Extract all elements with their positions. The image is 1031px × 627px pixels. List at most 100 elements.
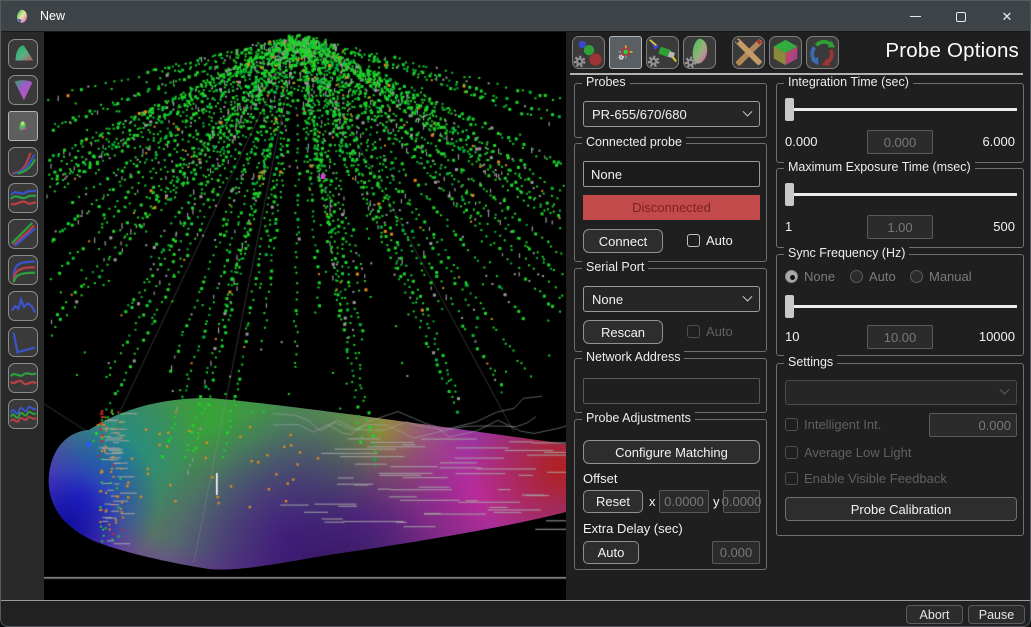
connect-auto-label: Auto <box>706 233 733 248</box>
configure-matching-button[interactable]: Configure Matching <box>583 440 760 464</box>
offset-x-input[interactable]: 0.0000 <box>659 490 709 513</box>
serial-port-dropdown[interactable]: None <box>583 286 760 312</box>
sync-manual-radio[interactable]: Manual <box>910 269 972 284</box>
integration-time-slider[interactable] <box>785 98 1017 122</box>
radio-icon <box>785 270 798 283</box>
integration-time-input[interactable]: 0.000 <box>867 130 933 154</box>
average-low-light-checkbox[interactable]: Average Low Light <box>785 445 911 460</box>
max-exposure-slider[interactable] <box>785 183 1017 207</box>
measurement-point-cloud[interactable] <box>44 32 566 600</box>
connected-probe-value: None <box>591 167 622 182</box>
sidebar-view-response-drop-line-icon[interactable] <box>8 327 38 357</box>
sync-auto-label: Auto <box>869 269 896 284</box>
chevron-down-icon <box>1000 385 1010 395</box>
intelligent-int-label: Intelligent Int. <box>804 417 881 432</box>
intelligent-int-input[interactable]: 0.000 <box>929 413 1017 437</box>
connected-probe-group-label: Connected probe <box>582 135 686 149</box>
enable-visible-feedback-label: Enable Visible Feedback <box>804 471 947 486</box>
average-low-light-label: Average Low Light <box>804 445 911 460</box>
probes-dropdown[interactable]: PR-655/670/680 <box>583 101 760 127</box>
checkbox-icon <box>687 234 700 247</box>
sync-auto-radio[interactable]: Auto <box>850 269 896 284</box>
sync-none-label: None <box>804 269 835 284</box>
slider-track <box>787 305 1017 308</box>
exposure-max-label: 500 <box>993 219 1015 234</box>
serial-auto-label: Auto <box>706 324 733 339</box>
sidebar-view-gamut-cone-icon[interactable] <box>8 75 38 105</box>
probe-calibration-button[interactable]: Probe Calibration <box>785 497 1017 521</box>
refresh-rotate-icon[interactable] <box>806 36 839 69</box>
offset-y-label: y <box>713 494 720 509</box>
max-exposure-group: Maximum Exposure Time (msec) 1 1.00 500 <box>776 168 1024 248</box>
probe-connection-icon[interactable] <box>646 36 679 69</box>
extra-delay-input[interactable]: 0.000 <box>712 541 760 564</box>
integration-max-label: 6.000 <box>982 134 1015 149</box>
sidebar-view-saturation-curves-icon[interactable] <box>8 255 38 285</box>
close-icon: ✕ <box>1002 10 1013 23</box>
checkbox-icon <box>687 325 700 338</box>
sync-frequency-slider[interactable] <box>785 295 1017 319</box>
serial-port-group-label: Serial Port <box>582 260 648 274</box>
sidebar-view-dual-waveform-icon[interactable] <box>8 363 38 393</box>
extra-delay-auto-button[interactable]: Auto <box>583 541 639 564</box>
probe-options-icon[interactable] <box>609 36 642 69</box>
radio-icon <box>910 270 923 283</box>
integration-min-label: 0.000 <box>785 134 818 149</box>
bottom-bar: Abort Pause <box>1 600 1030 627</box>
sidebar-view-luminance-waveform-icon[interactable] <box>8 291 38 321</box>
view-mode-sidebar <box>1 32 44 600</box>
pause-button[interactable]: Pause <box>968 605 1025 624</box>
sidebar-view-gamut-3d-volume-icon[interactable] <box>8 111 38 141</box>
checkbox-icon <box>785 472 798 485</box>
sidebar-view-tone-curves-icon[interactable] <box>8 183 38 213</box>
intelligent-int-checkbox[interactable]: Intelligent Int. <box>785 417 881 432</box>
sync-min-label: 10 <box>785 329 799 344</box>
offset-y-input[interactable]: 0.0000 <box>723 490 760 513</box>
connection-status-badge: Disconnected <box>583 195 760 220</box>
integration-time-group-label: Integration Time (sec) <box>784 75 913 89</box>
panel-title: Probe Options <box>885 39 1019 63</box>
slider-handle[interactable] <box>785 183 794 206</box>
sync-none-radio[interactable]: None <box>785 269 835 284</box>
probes-group-label: Probes <box>582 75 630 89</box>
abort-button[interactable]: Abort <box>906 605 963 624</box>
sidebar-view-cie-diagram-icon[interactable] <box>8 39 38 69</box>
connect-auto-checkbox[interactable]: Auto <box>687 233 733 248</box>
probes-dropdown-value: PR-655/670/680 <box>592 107 687 122</box>
close-button[interactable]: ✕ <box>984 1 1030 32</box>
window-title: New <box>40 9 65 23</box>
connect-button[interactable]: Connect <box>583 229 663 253</box>
sync-frequency-input[interactable]: 10.00 <box>867 325 933 349</box>
sidebar-view-gamma-curves-icon[interactable] <box>8 147 38 177</box>
sidebar-view-linearity-lines-icon[interactable] <box>8 219 38 249</box>
color-cube-icon[interactable] <box>769 36 802 69</box>
network-address-group: Network Address <box>574 358 767 413</box>
3d-gamut-viewport[interactable] <box>44 32 566 600</box>
maximize-button[interactable] <box>938 1 984 32</box>
network-address-field[interactable] <box>583 378 760 404</box>
settings-group: Settings Intelligent Int. 0.000 Average … <box>776 363 1024 536</box>
settings-dropdown[interactable] <box>785 380 1017 405</box>
max-exposure-input[interactable]: 1.00 <box>867 215 933 239</box>
sync-manual-label: Manual <box>929 269 972 284</box>
chevron-down-icon <box>743 291 753 301</box>
serial-auto-checkbox[interactable]: Auto <box>687 324 733 339</box>
app-gamut-icon <box>14 8 31 25</box>
edit-measure-icon[interactable] <box>732 36 765 69</box>
connected-probe-field[interactable]: None <box>583 161 760 187</box>
slider-track <box>787 108 1017 111</box>
minimize-button[interactable] <box>892 1 938 32</box>
probe-options-panel: Probe Options Probes PR-655/670/680 Conn… <box>566 32 1031 600</box>
offset-reset-button[interactable]: Reset <box>583 490 643 513</box>
extra-delay-label: Extra Delay (sec) <box>583 521 683 536</box>
rescan-button[interactable]: Rescan <box>583 320 663 344</box>
measurement-points-icon[interactable] <box>572 36 605 69</box>
enable-visible-feedback-checkbox[interactable]: Enable Visible Feedback <box>785 471 947 486</box>
gamut-settings-icon[interactable] <box>683 36 716 69</box>
sync-max-label: 10000 <box>979 329 1015 344</box>
slider-handle[interactable] <box>785 295 794 318</box>
sidebar-view-rgb-waveform-icon[interactable] <box>8 399 38 429</box>
checkbox-icon <box>785 446 798 459</box>
slider-handle[interactable] <box>785 98 794 121</box>
checkbox-icon <box>785 418 798 431</box>
